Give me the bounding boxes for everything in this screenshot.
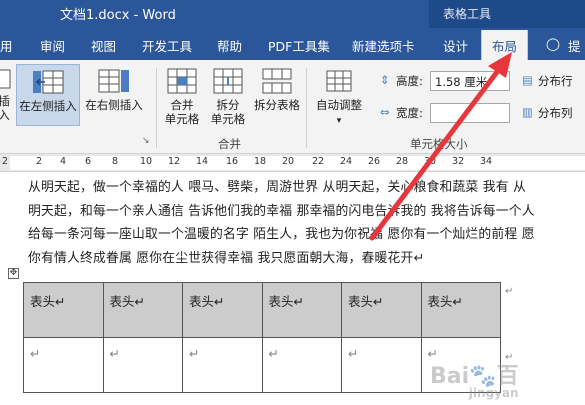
autofit-label: 自动调整 xyxy=(316,98,362,112)
horizontal-ruler: 2 2 4 6 8 10 12 14 16 18 20 22 24 26 28 … xyxy=(0,154,585,172)
ruler-tick: 4 xyxy=(60,156,67,167)
ruler-tick: 6 xyxy=(85,156,92,167)
table-header-cell[interactable]: 表头↵ xyxy=(420,282,501,338)
ribbon-separator xyxy=(306,68,307,148)
table-header-cell[interactable]: 表头↵ xyxy=(23,282,104,338)
ruler-tick: 8 xyxy=(112,156,119,167)
document-title: 文档1.docx - Word xyxy=(60,8,176,23)
merge-group-label: 合并 xyxy=(218,137,241,151)
insert-left-column-icon xyxy=(33,70,64,94)
tab-new[interactable]: 新建选项卡 xyxy=(352,36,415,55)
table-cell[interactable]: ↵ xyxy=(341,337,422,393)
ruler-tick: 16 xyxy=(226,156,239,167)
ruler-tick: 10 xyxy=(140,156,153,167)
tab-design[interactable]: 设计 xyxy=(443,36,468,55)
merge-cells-label-2: 单元格 xyxy=(164,112,200,126)
insert-left-label: 在左侧插入 xyxy=(19,99,77,113)
table-header-cell[interactable]: 表头↵ xyxy=(102,282,183,338)
tab-review[interactable]: 审阅 xyxy=(40,36,65,55)
autofit-dropdown-icon: ▾ xyxy=(336,116,342,126)
paragraph-line: 你有情人终成眷属 愿你在尘世获得幸福 我只愿面朝大海，春暖花开↵ xyxy=(28,250,425,266)
insert-right-column-icon xyxy=(98,69,129,93)
insert-left-button[interactable]: 在左侧插入 xyxy=(16,64,80,126)
cell-size-group-label: 单元格大小 xyxy=(410,137,468,151)
height-field[interactable]: 1.58 厘米 xyxy=(430,71,510,91)
split-table-button[interactable]: 拆分表格 xyxy=(250,68,304,112)
ribbon-tabs: 用 审阅 视图 开发工具 帮助 PDF工具集 新建选项卡 设计 布局 ◯ 提 xyxy=(0,28,585,60)
insert-right-button[interactable]: 在右侧插入 xyxy=(82,68,146,112)
table-cell[interactable]: ↵ xyxy=(23,337,104,393)
split-table-label: 拆分表格 xyxy=(254,98,300,112)
paragraph-line: 明天起，和每一个亲人通信 告诉他们我的幸福 那幸福的闪电告诉我的 我将告诉每一个… xyxy=(28,203,535,219)
table-cell[interactable]: ↵ xyxy=(102,337,183,393)
split-cells-button[interactable]: 拆分 单元格 xyxy=(206,68,250,126)
table-tools-context: 表格工具 xyxy=(429,0,585,28)
table-tools-label: 表格工具 xyxy=(443,7,492,21)
distribute-rows-button[interactable]: 分布行 xyxy=(538,73,573,89)
ruler-tick: 24 xyxy=(340,156,353,167)
tab-help[interactable]: 帮助 xyxy=(217,36,242,55)
width-label: 宽度: xyxy=(396,106,423,120)
ruler-tick: 12 xyxy=(168,156,181,167)
ruler-tick: 18 xyxy=(254,156,267,167)
split-cells-label-1: 拆分 xyxy=(216,98,240,112)
autofit-icon xyxy=(326,70,352,92)
baidu-watermark: Bai🐾百 jingyan xyxy=(430,358,519,400)
ruler-tick: 28 xyxy=(396,156,409,167)
table-move-handle-icon[interactable]: ✥ xyxy=(8,268,19,279)
split-cells-label-2: 单元格 xyxy=(210,112,246,126)
ruler-track xyxy=(10,156,585,170)
tab-developer[interactable]: 开发工具 xyxy=(142,36,192,55)
table-cell[interactable]: ↵ xyxy=(261,337,342,393)
tab-pdf-tools[interactable]: PDF工具集 xyxy=(268,36,330,55)
paragraph-line: 从明天起，做一个幸福的人 喂马、劈柴，周游世界 从明天起，关心粮食和蔬菜 我有 … xyxy=(28,180,526,195)
ruler-tick: 2 xyxy=(2,156,9,167)
tab-layout[interactable]: 布局 xyxy=(481,30,529,60)
ruler-tick: 14 xyxy=(196,156,209,167)
table-cell[interactable]: ↵ xyxy=(182,337,263,393)
column-width-icon: ⇔ xyxy=(380,105,390,119)
table-header-cell[interactable]: 表头↵ xyxy=(341,282,422,338)
distribute-columns-icon: ▥ xyxy=(522,105,533,119)
table-header-cell[interactable]: 表头↵ xyxy=(261,282,342,338)
tab-file[interactable]: 用 xyxy=(0,36,13,55)
ribbon-separator xyxy=(156,68,157,148)
insert-below-icon xyxy=(0,69,11,89)
tab-view[interactable]: 视图 xyxy=(91,36,116,55)
rows-columns-launcher-icon[interactable]: ↘ xyxy=(142,136,150,146)
autofit-button[interactable]: 自动调整 ▾ xyxy=(312,68,366,128)
lightbulb-icon[interactable]: ◯ xyxy=(546,36,560,51)
insert-right-label: 在右侧插入 xyxy=(85,98,143,112)
ruler-tick: 30 xyxy=(424,156,437,167)
row-end-mark: ↵ xyxy=(505,286,514,297)
title-bar: 文档1.docx - Word 表格工具 xyxy=(0,0,585,28)
merge-cells-button[interactable]: 合并 单元格 xyxy=(160,68,204,126)
ruler-tick: 32 xyxy=(452,156,465,167)
ruler-tick: 26 xyxy=(368,156,381,167)
merge-cells-label-1: 合并 xyxy=(170,98,194,112)
split-table-icon xyxy=(262,68,292,94)
split-cells-icon xyxy=(213,68,243,94)
insert-below-label: 插入 xyxy=(0,94,10,122)
distribute-rows-icon: ▤ xyxy=(522,73,533,87)
ruler-tick: 2 xyxy=(36,156,43,167)
merge-cells-icon xyxy=(167,68,197,94)
paragraph-line: 给每一条河每一座山取一个温暖的名字 陌生人，我也为你祝福 愿你有一个灿烂的前程 … xyxy=(28,227,535,242)
table-header-row: 表头↵ 表头↵ 表头↵ 表头↵ 表头↵ 表头↵ xyxy=(23,282,501,338)
width-field[interactable] xyxy=(430,103,510,123)
table-row: ↵ ↵ ↵ ↵ ↵ ↵ xyxy=(23,337,501,393)
table-header-cell[interactable]: 表头↵ xyxy=(182,282,263,338)
ribbon-panel: 插入 在左侧插入 在右侧插入 ↘ 合并 单元格 拆分 单元格 拆分表格 合并 自… xyxy=(0,60,585,154)
row-height-icon: ⇕ xyxy=(380,73,390,87)
tab-tell-me[interactable]: 提 xyxy=(568,36,581,55)
ruler-tick: 20 xyxy=(282,156,295,167)
ruler-tick: 34 xyxy=(480,156,493,167)
insert-below-button[interactable]: 插入 xyxy=(0,68,14,122)
body-paragraph[interactable]: 从明天起，做一个幸福的人 喂马、劈柴，周游世界 从明天起，关心粮食和蔬菜 我有 … xyxy=(28,176,583,270)
height-value: 1.58 厘米 xyxy=(435,75,488,89)
ruler-tick: 22 xyxy=(312,156,325,167)
distribute-columns-button[interactable]: 分布列 xyxy=(538,105,573,121)
height-label: 高度: xyxy=(396,74,423,88)
